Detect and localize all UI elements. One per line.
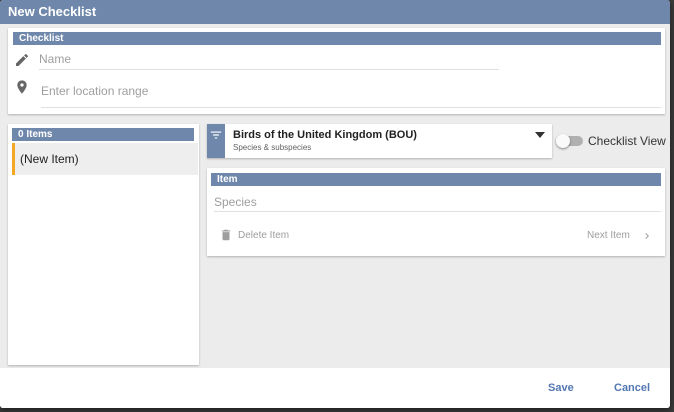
dialog-title: New Checklist <box>0 0 670 24</box>
pencil-icon <box>16 53 29 66</box>
location-range-field[interactable]: Enter location range <box>41 80 661 108</box>
delete-item-label: Delete Item <box>238 230 290 241</box>
save-button[interactable]: Save <box>548 382 574 394</box>
map-pin-icon <box>17 80 27 94</box>
taxonomy-title: Birds of the United Kingdom (BOU) <box>233 129 417 141</box>
list-item-label: (New Item) <box>20 152 79 166</box>
name-field[interactable]: Name <box>39 48 499 70</box>
species-field[interactable]: Species <box>214 192 661 212</box>
species-placeholder: Species <box>214 195 257 209</box>
next-item-button[interactable]: Next Item <box>581 227 659 245</box>
list-item-new-item[interactable]: (New Item) <box>12 143 198 175</box>
trash-icon <box>221 229 231 241</box>
checklist-section-header: Checklist <box>13 32 661 45</box>
species-underline <box>214 211 661 212</box>
delete-item-button[interactable]: Delete Item <box>219 227 319 245</box>
new-checklist-dialog: New Checklist Checklist Name Enter locat… <box>0 0 670 408</box>
checklist-card: Checklist Name Enter location range <box>8 28 665 114</box>
chevron-right-icon <box>645 233 649 239</box>
taxonomy-selector[interactable]: Birds of the United Kingdom (BOU) Specie… <box>207 124 552 158</box>
location-placeholder: Enter location range <box>41 84 149 98</box>
name-underline <box>39 69 499 70</box>
cancel-button[interactable]: Cancel <box>614 382 650 394</box>
next-item-label: Next Item <box>587 230 630 241</box>
item-section-header: Item <box>211 173 661 186</box>
location-underline <box>41 107 661 108</box>
filter-icon <box>210 131 222 139</box>
name-placeholder: Name <box>39 52 72 66</box>
caret-down-icon[interactable] <box>535 132 545 138</box>
dialog-footer: Save Cancel <box>0 368 670 408</box>
checklist-view-label: Checklist View <box>588 134 666 148</box>
checklist-view-toggle[interactable] <box>556 133 586 149</box>
items-count-header: 0 Items <box>12 128 194 141</box>
taxonomy-subtitle: Species & subspecies <box>233 143 312 152</box>
item-card: Item Species Delete Item Next Item <box>207 168 665 256</box>
toggle-knob <box>556 134 570 148</box>
